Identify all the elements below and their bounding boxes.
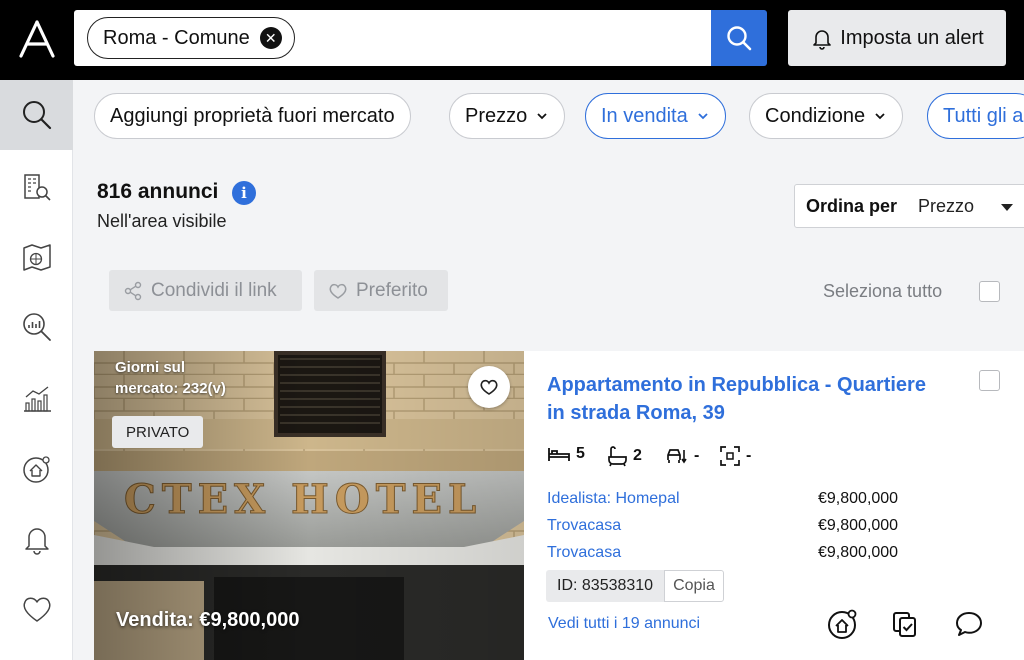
listing-title-line1: Appartamento in Repubblica - Quartiere xyxy=(547,374,926,396)
bathtub-icon xyxy=(608,446,627,467)
search-icon xyxy=(727,26,752,51)
filter-all-types[interactable]: Tutti gli a xyxy=(927,93,1024,139)
results-count: 816 annunci xyxy=(97,180,219,203)
search-button[interactable] xyxy=(711,10,767,66)
chat-bubble-icon xyxy=(956,612,982,636)
location-chip-label: Roma - Comune xyxy=(103,26,250,49)
home-badge-icon xyxy=(828,609,857,639)
source-price: €9,800,000 xyxy=(818,544,899,561)
days-on-market-line2: mercato: 232(v) xyxy=(115,380,226,397)
sidebar-item-search[interactable] xyxy=(0,80,73,150)
analytics-search-icon xyxy=(22,313,51,341)
sale-price-overlay: Vendita: €9,800,000 xyxy=(116,609,300,631)
copy-check-icon xyxy=(893,612,916,637)
sort-label: Ordina per xyxy=(806,195,898,216)
copy-id-button[interactable]: Copia xyxy=(664,570,724,602)
filter-bar: Aggiungi proprietà fuori mercato Prezzo … xyxy=(73,80,1024,150)
feature-bathrooms: 2 xyxy=(606,445,642,467)
set-alert-button[interactable]: Imposta un alert xyxy=(788,10,1006,66)
copy-listing-button[interactable] xyxy=(885,604,925,644)
parking-value: - xyxy=(694,447,700,464)
sidebar-item-analytics-search[interactable] xyxy=(0,292,73,362)
listing-favorite-button[interactable] xyxy=(468,366,510,408)
bed-icon xyxy=(548,448,570,461)
days-on-market-line1: Giorni sul xyxy=(115,359,186,376)
listing-id-box: ID: 83538310 Copia xyxy=(546,570,724,602)
bar-chart-icon xyxy=(23,386,51,412)
source-price: €9,800,000 xyxy=(818,517,899,534)
listing-select-checkbox[interactable] xyxy=(979,370,1000,391)
car-sort-icon xyxy=(667,449,687,464)
sort-value: Prezzo xyxy=(918,195,975,216)
sidebar-item-alerts[interactable] xyxy=(0,504,73,574)
share-link-label: Condividi il link xyxy=(151,279,277,301)
home-badge-icon xyxy=(22,456,50,483)
bedrooms-count: 5 xyxy=(576,445,585,462)
listing-title[interactable]: Appartamento in Repubblica - Quartiere i… xyxy=(547,371,947,427)
filter-off-market-label: Aggiungi proprietà fuori mercato xyxy=(110,104,395,127)
source-link[interactable]: Idealista: Homepal xyxy=(547,490,680,508)
results-area-label: Nell'area visibile xyxy=(97,211,227,231)
feature-bedrooms: 5 xyxy=(547,445,585,463)
set-alert-label: Imposta un alert xyxy=(840,26,984,49)
listing-card[interactable]: CTEX HOTEL Giorni sul mercato: 232(v) PR… xyxy=(94,351,1024,660)
building-search-icon xyxy=(23,174,51,201)
sidebar-item-property[interactable] xyxy=(0,434,73,504)
area-icon xyxy=(720,446,740,466)
feature-area: - xyxy=(719,445,751,467)
see-all-listings-link[interactable]: Vedi tutti i 19 annunci xyxy=(548,615,700,633)
sidebar-item-building-search[interactable] xyxy=(0,152,73,222)
sidebar xyxy=(0,80,73,660)
sidebar-item-map[interactable] xyxy=(0,222,73,292)
location-chip[interactable]: Roma - Comune ✕ xyxy=(87,17,295,59)
app-logo-icon[interactable] xyxy=(18,20,56,58)
filter-condition[interactable]: Condizione xyxy=(749,93,904,139)
select-all-checkbox[interactable] xyxy=(979,281,1000,302)
source-link[interactable]: Trovacasa xyxy=(547,517,621,535)
heart-icon xyxy=(480,379,498,395)
favorite-label: Preferito xyxy=(356,279,428,301)
globe-map-icon xyxy=(22,244,51,271)
area-value: - xyxy=(746,447,752,464)
heart-icon xyxy=(22,597,51,622)
filter-price[interactable]: Prezzo xyxy=(449,93,566,139)
top-bar: Roma - Comune ✕ Imposta un alert xyxy=(0,0,1024,80)
source-link[interactable]: Trovacasa xyxy=(547,544,621,562)
days-on-market: Giorni sul mercato: 232(v) xyxy=(115,357,226,399)
listing-photo[interactable]: CTEX HOTEL Giorni sul mercato: 232(v) PR… xyxy=(94,351,524,660)
results-panel: 816 annunci i Nell'area visibile Ordina … xyxy=(73,150,1024,660)
bell-icon xyxy=(24,528,49,555)
info-icon[interactable]: i xyxy=(232,181,256,205)
share-link-button[interactable]: Condividi il link xyxy=(109,270,302,311)
filter-price-label: Prezzo xyxy=(465,104,528,127)
filter-off-market[interactable]: Aggiungi proprietà fuori mercato xyxy=(94,93,411,139)
bathrooms-count: 2 xyxy=(633,447,642,464)
remove-chip-icon[interactable]: ✕ xyxy=(259,27,282,49)
listing-title-line2: in strada Roma, 39 xyxy=(547,402,725,424)
select-all-label: Seleziona tutto xyxy=(823,281,943,301)
sort-dropdown[interactable]: Ordina per Prezzo xyxy=(794,184,1024,228)
property-details-button[interactable] xyxy=(823,604,863,644)
heart-icon xyxy=(329,283,347,299)
search-box[interactable]: Roma - Comune ✕ xyxy=(74,10,766,66)
sidebar-item-favorites[interactable] xyxy=(0,574,73,644)
filter-all-types-label: Tutti gli a xyxy=(943,104,1024,127)
chevron-down-icon xyxy=(698,113,708,120)
chevron-down-icon xyxy=(875,113,885,120)
listing-id: ID: 83538310 xyxy=(546,570,665,602)
source-price: €9,800,000 xyxy=(818,490,899,507)
share-icon xyxy=(124,281,142,300)
search-icon xyxy=(22,101,51,130)
caret-down-icon xyxy=(1001,204,1013,211)
bell-icon xyxy=(813,30,832,50)
filter-condition-label: Condizione xyxy=(765,104,866,127)
favorite-button[interactable]: Preferito xyxy=(314,270,448,311)
filter-for-sale-label: In vendita xyxy=(601,104,688,127)
chevron-down-icon xyxy=(537,113,547,120)
message-button[interactable] xyxy=(949,604,989,644)
filter-for-sale[interactable]: In vendita xyxy=(585,93,726,139)
feature-parking: - xyxy=(665,445,699,467)
seller-type-badge: PRIVATO xyxy=(112,416,204,448)
sidebar-item-statistics[interactable] xyxy=(0,364,73,434)
